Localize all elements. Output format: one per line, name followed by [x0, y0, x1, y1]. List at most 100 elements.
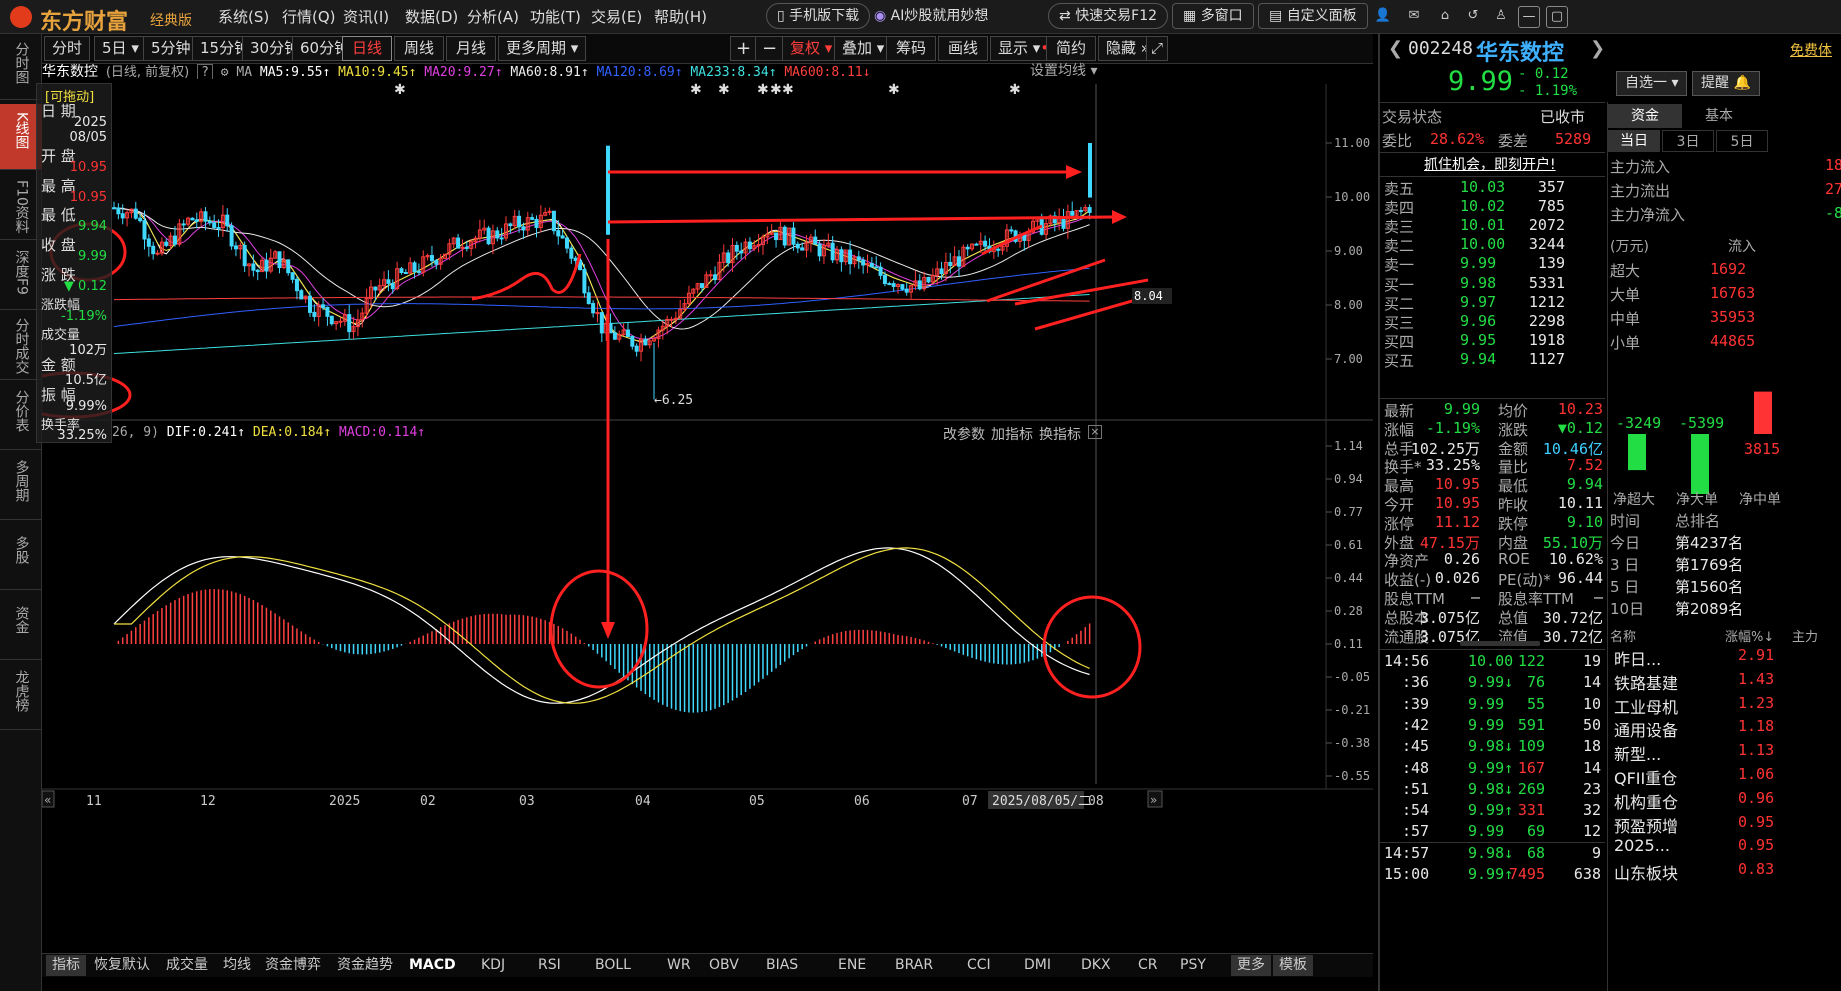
nav-multi-stock[interactable]: 多股 [0, 524, 42, 590]
indicator-tab[interactable]: DMI [1018, 955, 1057, 976]
fullscreen-icon[interactable]: ⤢ [1146, 36, 1169, 61]
indicator-tab[interactable]: ENE [832, 955, 872, 976]
close-label: 收 盘 [41, 236, 76, 254]
multi-window-button[interactable]: ▦ 多窗口 [1172, 3, 1254, 29]
indicator-tab[interactable]: 指标 [46, 955, 86, 976]
indicator-tab[interactable]: MACD [403, 955, 462, 976]
open-account-link[interactable]: 抓住机会，即刻开户! [1424, 154, 1556, 174]
indicator-tab[interactable]: OBV [703, 955, 745, 976]
sector-name[interactable]: 工业母机 [1614, 694, 1678, 718]
indicator-tab[interactable]: RSI [532, 955, 567, 976]
prev-stock-icon[interactable]: ❮ [1388, 38, 1403, 59]
ai-button[interactable]: ◉ AI炒股就用妙想 [874, 5, 988, 25]
home-icon[interactable]: ⌂ [1434, 6, 1456, 28]
tab-funds[interactable]: 资金 [1608, 104, 1682, 128]
splitter-handle[interactable] [1460, 641, 1540, 646]
indicator-tab[interactable]: PSY [1174, 955, 1212, 976]
fund-value: 18 [1824, 156, 1841, 174]
sector-name[interactable]: 通用设备 [1614, 717, 1678, 741]
menu-help[interactable]: 帮助(H) [654, 6, 707, 27]
maximize-icon[interactable]: ▢ [1546, 6, 1568, 28]
indicator-tab[interactable]: WR [661, 955, 697, 976]
period-5min[interactable]: 5分钟 [143, 36, 199, 61]
user-icon[interactable]: 👤 [1372, 6, 1394, 28]
simple-button[interactable]: 简约 [1046, 36, 1096, 61]
indicator-tab[interactable]: 均线 [217, 955, 257, 976]
time-tick: 02 [420, 794, 436, 809]
menu-trade[interactable]: 交易(E) [591, 6, 642, 27]
nav-dragon-tiger[interactable]: 龙虎榜 [0, 664, 42, 730]
sector-name[interactable]: QFII重仓 [1614, 765, 1677, 789]
mail-icon[interactable]: ✉ [1403, 6, 1425, 28]
sector-name[interactable]: 山东板块 [1614, 860, 1678, 884]
menu-analysis[interactable]: 分析(A) [467, 6, 519, 27]
tab-5day[interactable]: 5日 [1716, 130, 1768, 152]
info-box[interactable]: [可拖动] 日 期 2025 08/05 开 盘 10.95 最 高 10.95… [36, 83, 112, 443]
event-star-icon: ✱ [690, 82, 702, 98]
watchlist-button[interactable]: 自选一 ▾ [1616, 71, 1688, 96]
indicator-tab[interactable]: DKX [1075, 955, 1117, 976]
indicator-tab[interactable]: 成交量 [160, 955, 214, 976]
period-more[interactable]: 更多周期 ▾ [498, 36, 587, 61]
nav-funds[interactable]: 资金 [0, 594, 42, 660]
remind-button[interactable]: 提醒 🔔 [1692, 71, 1760, 96]
sector-name[interactable]: 铁路基建 [1614, 670, 1678, 694]
tick-time: :39 [1402, 694, 1430, 713]
mobile-download-button[interactable]: ▯ 手机版下载 [766, 3, 871, 29]
macd-edit-params-button[interactable]: 改参数 [943, 424, 985, 444]
gear-icon[interactable]: ⚙ [221, 65, 229, 79]
menu-system[interactable]: 系统(S) [218, 6, 269, 27]
indicator-tab[interactable]: 模板 [1273, 955, 1313, 976]
indicator-tab[interactable]: 资金趋势 [331, 955, 399, 976]
quick-trade-button[interactable]: ⇄ 快速交易F12 [1048, 3, 1169, 29]
stat-value: -1.19% [1425, 418, 1480, 437]
sector-name[interactable]: 昨日... [1614, 646, 1661, 670]
chips-button[interactable]: 筹码 [886, 36, 936, 61]
indicator-tab[interactable]: CR [1132, 955, 1164, 976]
tab-today[interactable]: 当日 [1608, 130, 1660, 152]
menu-data[interactable]: 数据(D) [405, 6, 458, 27]
back-icon[interactable]: ↺ [1462, 6, 1484, 28]
indicator-tab[interactable]: 恢复默认 [88, 955, 156, 976]
indicator-tab[interactable]: CCI [961, 955, 997, 976]
sector-name[interactable]: 预盈预增 [1614, 813, 1678, 837]
sector-name[interactable]: 新型... [1614, 741, 1661, 765]
ma-settings-button[interactable]: 设置均线 ▾ [1030, 60, 1097, 80]
next-stock-icon[interactable]: ❯ [1590, 38, 1605, 59]
period-monthly[interactable]: 月线 [446, 36, 496, 61]
adjust-button[interactable]: 复权 ▾ [782, 36, 841, 61]
close-icon[interactable]: × [1088, 425, 1102, 439]
period-intraday[interactable]: 分时 [44, 36, 91, 61]
zoom-out-icon[interactable]: − [755, 36, 785, 61]
shirt-icon[interactable]: ♙ [1490, 6, 1512, 28]
custom-panel-button[interactable]: ▤ 自定义面板 [1258, 3, 1368, 29]
period-5day[interactable]: 5日 ▾ [94, 36, 147, 61]
macd-switch-indicator-button[interactable]: 换指标 [1039, 424, 1081, 444]
nav-multi-period[interactable]: 多周期 [0, 454, 42, 520]
indicator-tab[interactable]: KDJ [475, 955, 511, 976]
indicator-tab[interactable]: BOLL [589, 955, 637, 976]
overlay-button[interactable]: 叠加 ▾ [834, 36, 893, 61]
indicator-tab[interactable]: BIAS [760, 955, 804, 976]
menu-quote[interactable]: 行情(Q) [282, 6, 336, 27]
free-trial-link[interactable]: 免费体 [1790, 40, 1832, 60]
kline-chart[interactable]: 11.00 10.00 9.00 8.00 7.00 1.14 0.94 0.77 0.61 0… [42, 64, 1373, 929]
indicator-tab[interactable]: 资金博弈 [259, 955, 327, 976]
sector-name[interactable]: 机构重仓 [1614, 789, 1678, 813]
indicator-tab[interactable]: 更多 [1231, 955, 1271, 976]
help-icon[interactable]: ? [197, 64, 213, 79]
indicator-tab[interactable]: BRAR [889, 955, 939, 976]
zoom-in-icon[interactable]: + [730, 36, 758, 61]
period-daily[interactable]: 日线 [342, 36, 392, 61]
draw-line-button[interactable]: 画线 [938, 36, 988, 61]
period-weekly[interactable]: 周线 [394, 36, 444, 61]
sector-name[interactable]: 2025... [1614, 836, 1670, 855]
tab-basic[interactable]: 基本 [1682, 104, 1756, 128]
menu-function[interactable]: 功能(T) [530, 6, 581, 27]
tick-time: :36 [1402, 673, 1430, 692]
minimize-icon[interactable]: — [1518, 6, 1540, 28]
sell-volume: 785 [1537, 197, 1565, 215]
tab-3day[interactable]: 3日 [1662, 130, 1714, 152]
menu-news[interactable]: 资讯(I) [343, 6, 389, 27]
macd-add-indicator-button[interactable]: 加指标 [991, 424, 1033, 444]
